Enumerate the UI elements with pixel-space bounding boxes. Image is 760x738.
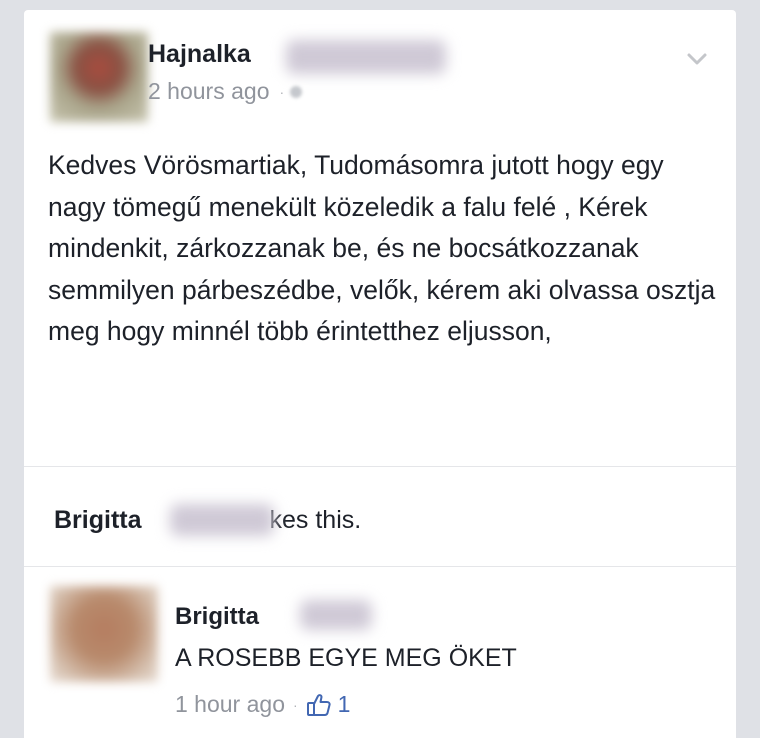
thumbs-up-icon[interactable] — [306, 692, 332, 718]
post-author-name[interactable]: Hajnalka — [148, 40, 251, 69]
blurred-surname — [300, 600, 372, 630]
blurred-surname — [170, 504, 274, 536]
separator-dot: · — [292, 696, 298, 713]
comment-meta: 1 hour ago · 1 — [175, 691, 350, 718]
divider — [24, 466, 736, 467]
blurred-surname — [286, 40, 446, 74]
post-meta: 2 hours ago · — [148, 78, 303, 105]
separator-dot: · — [279, 83, 285, 100]
comment-timestamp[interactable]: 1 hour ago — [175, 691, 285, 718]
comment-body-text: A ROSEBB EGYE MEG ÖKET — [175, 644, 517, 672]
chevron-down-icon[interactable] — [684, 46, 710, 72]
likes-suffix: kes this. — [269, 506, 362, 534]
liker-name[interactable]: Brigitta — [54, 506, 142, 534]
divider — [24, 566, 736, 567]
comment-author-avatar[interactable] — [50, 586, 158, 682]
post-timestamp[interactable]: 2 hours ago — [148, 78, 269, 105]
facebook-post-card: Hajnalka 2 hours ago · Kedves Vörösmarti… — [24, 10, 736, 738]
globe-icon — [290, 85, 303, 98]
post-author-avatar[interactable] — [50, 32, 148, 122]
post-body-text: Kedves Vörösmartiak, Tudomásomra jutott … — [48, 150, 716, 346]
comment-like-count[interactable]: 1 — [338, 691, 351, 718]
comment-author-name[interactable]: Brigitta — [175, 603, 259, 631]
